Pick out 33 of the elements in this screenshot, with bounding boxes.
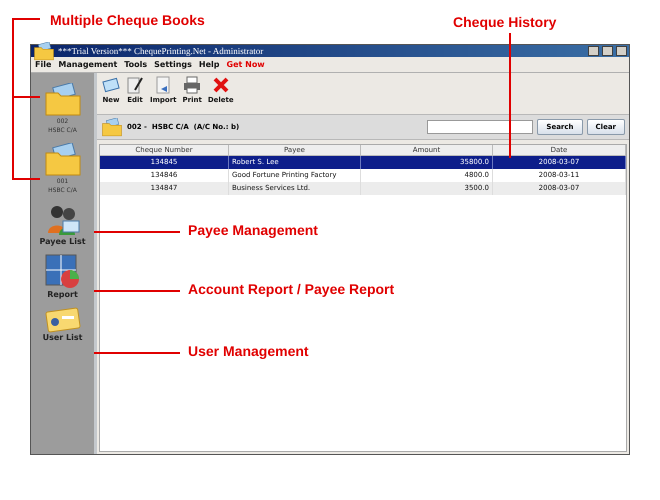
menu-item[interactable]: Settings [154, 60, 192, 69]
callout-label: Account Report / Payee Report [188, 281, 394, 297]
maximize-button[interactable] [602, 46, 613, 56]
id-card-icon [44, 307, 80, 333]
sidebar-item[interactable]: User List [32, 305, 92, 344]
sidebar-label: Report [47, 290, 78, 299]
search-field[interactable] [427, 120, 534, 134]
menu-item[interactable]: Get Now [226, 60, 265, 69]
callout-label: User Management [188, 343, 309, 359]
menu-item[interactable]: Tools [124, 60, 148, 69]
card-icon [102, 76, 120, 94]
pen-icon [126, 76, 144, 94]
sidebar-label: Payee List [39, 237, 86, 246]
chart-icon [44, 254, 80, 290]
sidebar-item[interactable]: Payee List [32, 201, 92, 248]
callout-label: Cheque History [453, 14, 556, 30]
callout-label: Payee Management [188, 222, 318, 238]
document-icon [154, 76, 172, 94]
close-button[interactable] [616, 46, 627, 56]
folder-icon [101, 118, 123, 136]
folder-icon [44, 143, 82, 177]
minimize-button[interactable] [588, 46, 599, 56]
sidebar-label: User List [42, 333, 82, 342]
window-title: ***Trial Version*** ChequePrinting.Net - Administrator [58, 46, 264, 56]
folder-icon [33, 42, 55, 60]
sidebar-item[interactable]: Report [32, 252, 92, 301]
folder-icon [44, 83, 82, 117]
callout-label: Multiple Cheque Books [50, 12, 205, 28]
printer-icon [183, 76, 202, 94]
menu-item[interactable]: File [35, 60, 52, 69]
cross-icon [212, 76, 230, 94]
menu-item[interactable]: Help [198, 60, 220, 69]
menu-item[interactable]: Management [58, 60, 118, 69]
